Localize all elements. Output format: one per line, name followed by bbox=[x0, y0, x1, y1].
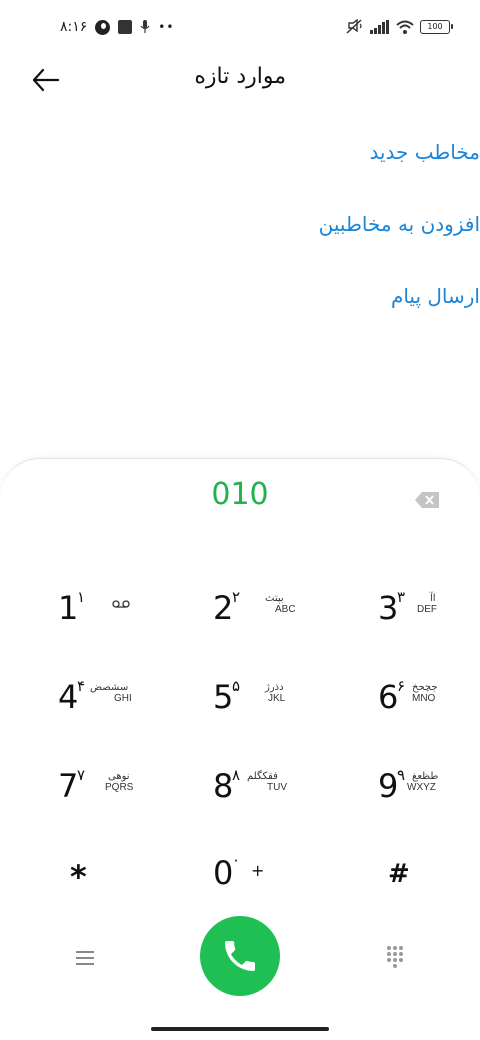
key-digit: 1 bbox=[58, 589, 79, 627]
key-latin-letters: TUV bbox=[267, 782, 287, 793]
dialed-number: 010 bbox=[211, 477, 269, 512]
key-hash[interactable]: # bbox=[370, 851, 480, 921]
key-digit: 4 bbox=[58, 678, 79, 716]
more-notifications-icon: •• bbox=[158, 20, 175, 34]
voicemail-icon bbox=[112, 600, 130, 608]
key-latin-letters: MNO bbox=[412, 693, 436, 704]
key-5[interactable]: 5 ۵ دذرژ JKL bbox=[205, 673, 345, 743]
key-persian-letters: طظعغ bbox=[412, 771, 439, 782]
call-button[interactable] bbox=[200, 916, 280, 996]
key-0[interactable]: 0 ۰ + bbox=[205, 851, 345, 921]
key-plus: + bbox=[251, 861, 265, 880]
key-digit: 5 bbox=[213, 678, 234, 716]
home-indicator[interactable] bbox=[151, 1027, 329, 1031]
key-persian-digit: ۹ bbox=[397, 766, 406, 784]
microphone-icon bbox=[140, 20, 150, 33]
dialpad-icon[interactable] bbox=[385, 945, 405, 969]
key-digit: 0 bbox=[213, 854, 234, 892]
key-symbol: # bbox=[388, 859, 410, 889]
key-latin-letters: ABC bbox=[275, 604, 296, 615]
dialpad-sheet: 010 1 ۱ 2 ۲ بپتث ABC 3 ۳ اآ DEF 4 ۴ سشصض… bbox=[0, 458, 480, 1040]
wifi-icon bbox=[396, 20, 414, 34]
notification-square-icon bbox=[118, 20, 133, 34]
key-digit: 8 bbox=[213, 767, 234, 805]
backspace-icon[interactable] bbox=[414, 491, 440, 509]
send-message-link[interactable]: ارسال پیام bbox=[391, 284, 480, 308]
battery-icon: 100 bbox=[420, 20, 453, 34]
key-persian-letters: نوهی bbox=[108, 771, 130, 782]
key-persian-digit: ۷ bbox=[77, 766, 86, 784]
key-persian-letters: اآ bbox=[430, 593, 436, 604]
status-bar-left: ۸:۱۶ •• bbox=[60, 14, 174, 40]
key-latin-letters: PQRS bbox=[105, 782, 134, 793]
key-persian-letters: جچحخ bbox=[412, 682, 438, 693]
status-bar-right: 100 bbox=[346, 14, 453, 40]
header: موارد تازه bbox=[0, 60, 480, 100]
key-8[interactable]: 8 ۸ فقکگلم TUV bbox=[205, 762, 345, 832]
key-persian-digit: ۵ bbox=[232, 677, 241, 695]
key-persian-digit: ۰ bbox=[232, 851, 241, 869]
status-bar: ۸:۱۶ •• 100 bbox=[0, 14, 480, 40]
key-digit: 9 bbox=[378, 767, 399, 805]
key-9[interactable]: 9 ۹ طظعغ WXYZ bbox=[370, 762, 480, 832]
key-latin-letters: JKL bbox=[268, 693, 286, 704]
arrow-left-icon[interactable] bbox=[30, 66, 62, 94]
key-digit: 2 bbox=[213, 589, 234, 627]
key-persian-letters: فقکگلم bbox=[247, 771, 278, 782]
key-persian-digit: ۶ bbox=[397, 677, 406, 695]
key-persian-digit: ۲ bbox=[232, 588, 241, 606]
vibrate-mute-icon bbox=[346, 19, 362, 34]
page-title: موارد تازه bbox=[194, 64, 286, 89]
key-4[interactable]: 4 ۴ سشصض GHI bbox=[50, 673, 190, 743]
key-3[interactable]: 3 ۳ اآ DEF bbox=[370, 584, 480, 654]
key-persian-letters: بپتث bbox=[265, 593, 284, 604]
key-persian-digit: ۸ bbox=[232, 766, 241, 784]
new-contact-link[interactable]: مخاطب جدید bbox=[369, 140, 480, 164]
key-1[interactable]: 1 ۱ bbox=[50, 584, 190, 654]
key-star[interactable]: * bbox=[50, 851, 190, 921]
key-7[interactable]: 7 ۷ نوهی PQRS bbox=[50, 762, 190, 832]
key-symbol: * bbox=[70, 858, 87, 896]
status-time: ۸:۱۶ bbox=[60, 19, 88, 35]
key-persian-letters: سشصض bbox=[90, 682, 129, 693]
key-persian-digit: ۱ bbox=[77, 588, 86, 606]
phone-icon bbox=[225, 941, 255, 971]
key-digit: 3 bbox=[378, 589, 399, 627]
key-digit: 7 bbox=[58, 767, 79, 805]
menu-icon[interactable] bbox=[74, 949, 96, 967]
key-2[interactable]: 2 ۲ بپتث ABC bbox=[205, 584, 345, 654]
key-digit: 6 bbox=[378, 678, 399, 716]
app-notification-icon bbox=[95, 19, 111, 35]
key-latin-letters: GHI bbox=[114, 693, 132, 704]
key-latin-letters: WXYZ bbox=[407, 782, 436, 793]
key-latin-letters: DEF bbox=[417, 604, 437, 615]
key-persian-digit: ۴ bbox=[77, 677, 86, 695]
key-persian-letters: دذرژ bbox=[265, 682, 284, 693]
key-6[interactable]: 6 ۶ جچحخ MNO bbox=[370, 673, 480, 743]
add-to-contacts-link[interactable]: افزودن به مخاطبین bbox=[319, 212, 480, 236]
key-persian-digit: ۳ bbox=[397, 588, 406, 606]
signal-icon bbox=[370, 20, 389, 34]
